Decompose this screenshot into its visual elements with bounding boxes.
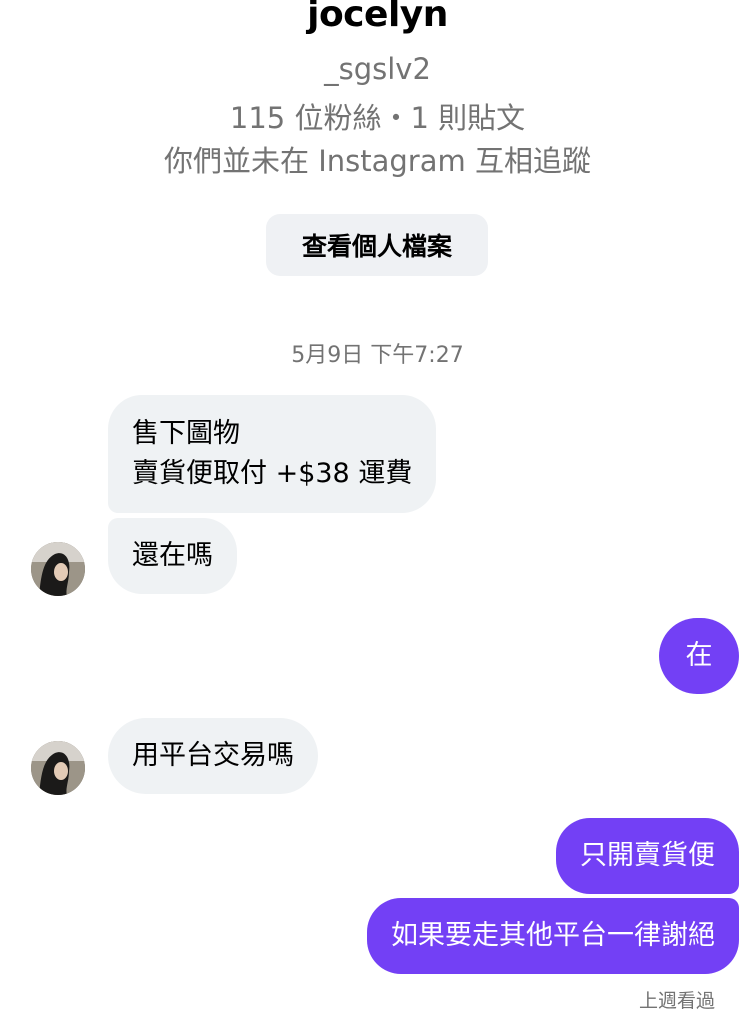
profile-photo-icon	[31, 741, 85, 795]
message-text-line: 賣貨便取付 +$38 運費	[132, 458, 413, 489]
incoming-message[interactable]: 還在嗎	[108, 518, 237, 594]
message-text: 用平台交易嗎	[132, 740, 294, 771]
incoming-message[interactable]: 售下圖物 賣貨便取付 +$38 運費	[108, 395, 437, 513]
follow-status-note: 你們並未在 Instagram 互相追蹤	[164, 144, 591, 178]
outgoing-message[interactable]: 在	[659, 618, 739, 694]
profile-stats: 115 位粉絲・1 則貼文	[229, 101, 526, 135]
message-text: 只開賣貨便	[580, 840, 715, 871]
message-text: 在	[685, 640, 713, 671]
username: _sgslv2	[324, 52, 431, 86]
outgoing-message[interactable]: 只開賣貨便	[556, 818, 739, 894]
view-profile-button[interactable]: 查看個人檔案	[266, 214, 488, 276]
seen-status: 上週看過	[638, 990, 715, 1012]
sender-avatar[interactable]	[31, 741, 85, 795]
profile-photo-icon	[31, 542, 85, 596]
display-name: jocelyn	[307, 0, 448, 35]
outgoing-message[interactable]: 如果要走其他平台一律謝絕	[367, 898, 739, 974]
message-text: 如果要走其他平台一律謝絕	[391, 920, 715, 951]
message-text: 還在嗎	[132, 540, 213, 571]
message-timestamp: 5月9日 下午7:27	[291, 343, 464, 368]
message-text-line: 售下圖物	[132, 418, 240, 449]
incoming-message[interactable]: 用平台交易嗎	[108, 718, 318, 794]
sender-avatar[interactable]	[31, 542, 85, 596]
